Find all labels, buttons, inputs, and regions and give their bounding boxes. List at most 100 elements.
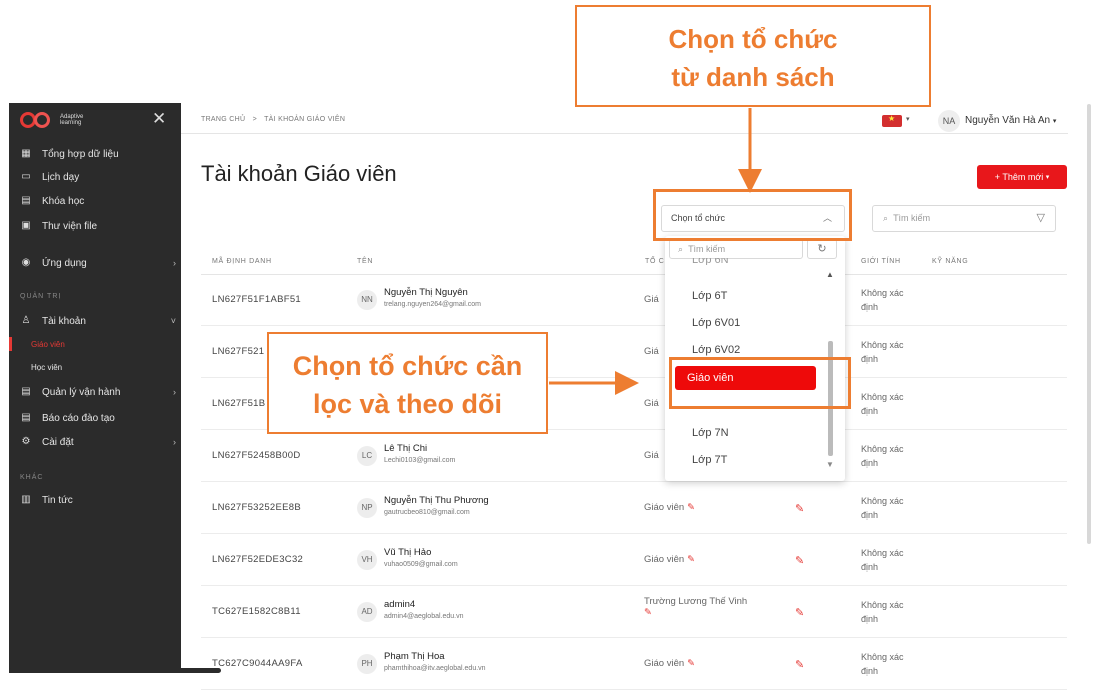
edit-icon[interactable]: ✎ — [795, 658, 804, 671]
avatar: LC — [357, 446, 377, 466]
sidebar-item-label: Lịch dạy — [42, 171, 80, 183]
row-gender: Không xác định — [861, 546, 904, 574]
row-name: Phạm Thị Hoa — [384, 651, 445, 662]
row-org: Giá — [644, 450, 659, 461]
row-gender: Không xác định — [861, 598, 904, 626]
gender-line1: Không xác — [861, 652, 904, 662]
sidebar-item-operations[interactable]: ▤ Quản lý vận hành › — [20, 383, 176, 401]
table-row[interactable]: LN627F52458B00D LC Lê Thị Chi Lechi0103@… — [201, 430, 1067, 482]
sidebar-sub-teacher[interactable]: Giáo viên — [31, 340, 65, 349]
row-org-label: Giáo viên — [644, 502, 685, 513]
highlight-org-select — [653, 189, 852, 241]
gender-line2: định — [861, 302, 879, 312]
dropdown-option[interactable]: Lớp 7T — [692, 454, 727, 466]
apps-icon: ◉ — [21, 257, 31, 268]
logo-icon — [20, 111, 54, 129]
table-row[interactable]: LN627F53252EE8B NP Nguyễn Thị Thu Phương… — [201, 482, 1067, 534]
user-name: Nguyễn Văn Hà An — [965, 115, 1051, 126]
dropdown-option[interactable]: Lớp 6N — [692, 258, 729, 265]
gender-line2: định — [861, 562, 879, 572]
sidebar-item-courses[interactable]: ▤ Khóa học — [20, 192, 170, 210]
close-icon[interactable]: ✕ — [152, 109, 166, 129]
gender-line1: Không xác — [861, 444, 904, 454]
row-email: admin4@aeglobal.edu.vn — [384, 613, 464, 620]
search-input[interactable]: ⌕ Tìm kiếm ▽ — [872, 205, 1056, 232]
highlight-selected-option — [669, 357, 851, 409]
document-icon: ▤ — [21, 386, 31, 397]
row-org: Giáo viên ✎ — [644, 658, 695, 669]
sidebar-item-settings[interactable]: ⚙ Cài đặt › — [20, 433, 176, 451]
sidebar-item-files[interactable]: ▣ Thư viện file — [20, 217, 170, 235]
search-placeholder: Tìm kiếm — [893, 213, 931, 223]
dropdown-search-input[interactable]: ⌕ Tìm kiếm — [669, 239, 803, 259]
caret-down-icon: ▾ — [1045, 174, 1050, 181]
edit-icon[interactable]: ✎ — [644, 607, 652, 618]
row-name: Vũ Thị Hảo — [384, 547, 432, 558]
scroll-up-icon[interactable]: ▲ — [826, 270, 834, 279]
section-other: KHÁC — [20, 474, 44, 481]
table-row[interactable]: LN627F51F1ABF51 NN Nguyễn Thị Nguyên tre… — [201, 274, 1067, 326]
vertical-scrollbar[interactable] — [1087, 104, 1091, 544]
column-header-org: TỔ C — [645, 258, 665, 265]
sidebar-item-label: Thư viện file — [42, 220, 98, 232]
sidebar-item-schedule[interactable]: ▭ Lịch dạy — [20, 168, 170, 186]
row-gender: Không xác định — [861, 390, 904, 418]
edit-icon[interactable]: ✎ — [687, 502, 695, 513]
breadcrumb-home[interactable]: TRANG CHỦ — [201, 116, 245, 123]
user-menu[interactable]: Nguyễn Văn Hà An ▾ — [965, 115, 1056, 126]
sidebar-item-reports[interactable]: ▤ Báo cáo đào tạo — [20, 409, 170, 427]
table-row[interactable]: TC627E1582C8B11 AD admin4 admin4@aegloba… — [201, 586, 1067, 638]
report-icon: ▤ — [21, 412, 31, 423]
edit-icon[interactable]: ✎ — [795, 606, 804, 619]
caret-down-icon: ▾ — [1052, 118, 1057, 125]
dropdown-option[interactable]: Lớp 6V01 — [692, 317, 740, 329]
gender-line1: Không xác — [861, 392, 904, 402]
row-org: Trường Lương Thế Vinh ✎ — [644, 596, 747, 618]
header-divider — [181, 133, 1068, 134]
logo: Adaptive learning — [20, 111, 83, 129]
row-id: LN627F52458B00D — [212, 450, 301, 461]
dropdown-option[interactable]: Lớp 6T — [692, 290, 727, 302]
caret-down-icon[interactable]: ▾ — [906, 115, 910, 123]
dropdown-option[interactable]: Lớp 6V02 — [692, 344, 740, 356]
user-icon: ♙ — [21, 315, 31, 326]
row-org: Giáo viên ✎ — [644, 502, 695, 513]
breadcrumb-separator: > — [252, 116, 257, 123]
table-row[interactable]: LN627F52EDE3C32 VH Vũ Thị Hảo vuhao0509@… — [201, 534, 1067, 586]
row-name: Lê Thị Chi — [384, 443, 428, 454]
edit-icon[interactable]: ✎ — [795, 554, 804, 567]
horizontal-scrollbar[interactable] — [9, 668, 221, 673]
sidebar-item-news[interactable]: ▥ Tin tức — [20, 491, 170, 509]
add-new-button[interactable]: + Thêm mới ▾ — [977, 165, 1067, 189]
table-row[interactable]: TC627C9044AA9FA PH Phạm Thị Hoa phamthih… — [201, 638, 1067, 690]
sidebar-item-apps[interactable]: ◉ Ứng dụng › — [20, 254, 176, 272]
filter-icon[interactable]: ▽ — [1037, 206, 1045, 231]
row-org: Giá — [644, 294, 659, 305]
sidebar-item-accounts[interactable]: ♙ Tài khoản ˅ — [20, 312, 176, 330]
language-flag-icon[interactable] — [882, 114, 902, 127]
avatar[interactable]: NA — [938, 110, 960, 132]
grid-icon: ▦ — [21, 148, 31, 159]
logo-text-2: learning — [60, 120, 82, 126]
reset-icon[interactable]: ↻ — [807, 239, 837, 259]
edit-icon[interactable]: ✎ — [687, 658, 695, 669]
edit-icon[interactable]: ✎ — [687, 554, 695, 565]
active-indicator — [9, 337, 12, 351]
sidebar-item-dashboard[interactable]: ▦ Tổng hợp dữ liệu — [20, 145, 170, 163]
chevron-right-icon: › — [173, 387, 176, 397]
sidebar-item-label: Báo cáo đào tạo — [42, 412, 115, 424]
row-email: phamthihoa@itv.aeglobal.edu.vn — [384, 665, 486, 672]
edit-icon[interactable]: ✎ — [795, 502, 804, 515]
dropdown-option[interactable]: Lớp 7N — [692, 427, 729, 439]
sidebar-item-label: Cài đặt — [42, 436, 74, 448]
search-icon: ⌕ — [678, 244, 684, 254]
book-icon: ▤ — [21, 195, 31, 206]
sidebar-item-label: Tổng hợp dữ liệu — [42, 148, 119, 160]
row-gender: Không xác định — [861, 650, 904, 678]
column-header-name: TÊN — [357, 258, 374, 265]
sidebar-sub-student[interactable]: Học viên — [31, 363, 62, 372]
sidebar: Adaptive learning ✕ ▦ Tổng hợp dữ liệu ▭… — [9, 103, 181, 673]
sidebar-item-label: Ứng dụng — [42, 257, 87, 269]
scroll-down-icon[interactable]: ▼ — [826, 460, 834, 469]
row-org-label: Trường Lương Thế Vinh — [644, 596, 748, 607]
